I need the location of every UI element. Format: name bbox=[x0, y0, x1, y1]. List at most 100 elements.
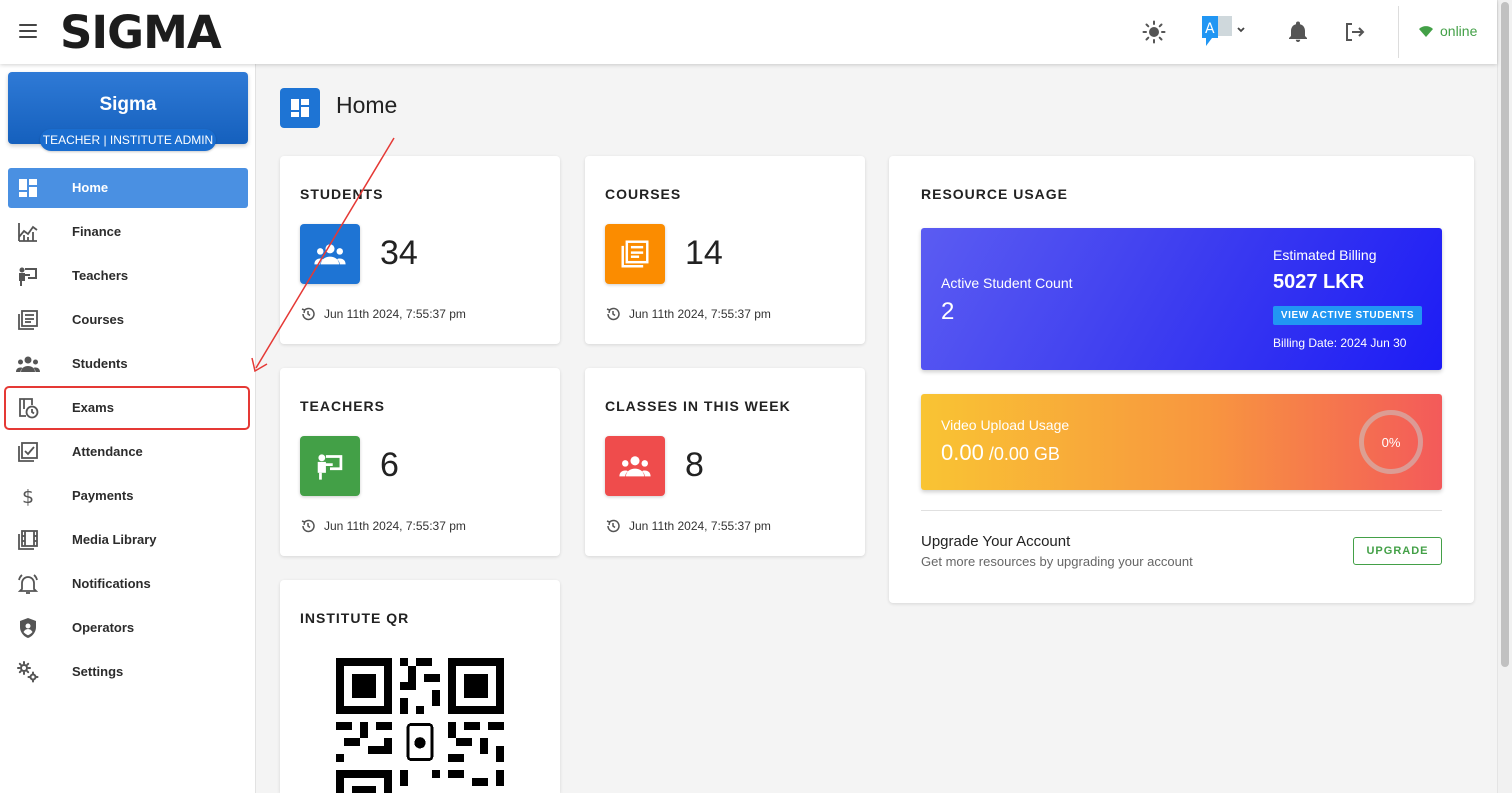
card-title: TEACHERS bbox=[300, 398, 386, 414]
video-total: /0.00 GB bbox=[983, 444, 1060, 464]
sidebar-item-payments[interactable]: $ Payments bbox=[8, 476, 248, 516]
video-usage-percent: 0% bbox=[1381, 434, 1401, 450]
sidebar-item-finance[interactable]: Finance bbox=[8, 212, 248, 252]
exams-icon bbox=[16, 396, 40, 420]
history-icon bbox=[301, 519, 315, 533]
stat-updated: Jun 11th 2024, 7:55:37 pm bbox=[300, 518, 466, 534]
finance-chart-icon bbox=[16, 220, 40, 244]
theme-toggle-icon[interactable] bbox=[1140, 18, 1168, 46]
stat-value: 14 bbox=[685, 234, 723, 272]
estimated-billing-label: Estimated Billing bbox=[1273, 247, 1377, 263]
upgrade-title: Upgrade Your Account bbox=[921, 533, 1071, 550]
students-stat-card[interactable]: STUDENTS 34 Jun 11th 2024, 7:55:37 pm bbox=[280, 156, 560, 344]
stat-updated: Jun 11th 2024, 7:55:37 pm bbox=[605, 306, 771, 322]
teachers-stat-card[interactable]: TEACHERS 6 Jun 11th 2024, 7:55:37 pm bbox=[280, 368, 560, 556]
top-app-bar: SIGMA A online bbox=[0, 0, 1497, 64]
view-active-students-button[interactable]: VIEW ACTIVE STUDENTS bbox=[1273, 306, 1422, 325]
page-title: Home bbox=[336, 92, 398, 118]
sidebar-item-label: Students bbox=[72, 356, 128, 371]
sidebar-nav: Home Finance Teachers Courses Students E… bbox=[4, 168, 250, 696]
connection-status: online bbox=[1418, 23, 1477, 39]
svg-text:$: $ bbox=[22, 486, 34, 507]
resource-usage-card: RESOURCE USAGE Active Student Count 2 Es… bbox=[889, 156, 1474, 603]
sidebar-item-label: Settings bbox=[72, 664, 124, 679]
language-icon: A bbox=[1202, 16, 1245, 46]
notifications-icon bbox=[16, 572, 40, 596]
classes-stat-card[interactable]: CLASSES IN THIS WEEK 8 Jun 11th 2024, 7:… bbox=[585, 368, 865, 556]
stat-updated-time: Jun 11th 2024, 7:55:37 pm bbox=[629, 307, 771, 321]
scrollbar-thumb[interactable] bbox=[1501, 2, 1509, 667]
sidebar-item-label: Notifications bbox=[72, 576, 151, 591]
video-usage-progress-ring: 0% bbox=[1359, 410, 1423, 474]
stat-updated: Jun 11th 2024, 7:55:37 pm bbox=[605, 518, 771, 534]
video-used: 0.00 bbox=[941, 440, 984, 465]
profile-card[interactable]: Sigma TEACHER | INSTITUTE ADMIN bbox=[8, 72, 248, 151]
sidebar-item-label: Finance bbox=[72, 224, 122, 239]
sidebar-item-label: Teachers bbox=[72, 268, 129, 283]
sidebar-item-operators[interactable]: Operators bbox=[8, 608, 248, 648]
sidebar-item-media-library[interactable]: Media Library bbox=[8, 520, 248, 560]
stat-value: 8 bbox=[685, 446, 704, 484]
divider bbox=[921, 510, 1442, 511]
sidebar-item-settings[interactable]: Settings bbox=[8, 652, 248, 692]
sidebar-item-label: Home bbox=[72, 180, 109, 195]
stat-value: 6 bbox=[380, 446, 399, 484]
sidebar-item-courses[interactable]: Courses bbox=[8, 300, 248, 340]
dashboard-icon bbox=[16, 176, 40, 200]
profile-name: Sigma bbox=[99, 94, 157, 115]
billing-date: Billing Date: 2024 Jun 30 bbox=[1273, 336, 1407, 350]
sidebar-item-notifications[interactable]: Notifications bbox=[8, 564, 248, 604]
video-usage-value: 0.00 /0.00 GB bbox=[941, 440, 1060, 466]
card-title: RESOURCE USAGE bbox=[921, 186, 1069, 202]
institute-qr-code[interactable] bbox=[336, 658, 504, 793]
logout-icon[interactable] bbox=[1340, 18, 1368, 46]
stat-updated-time: Jun 11th 2024, 7:55:37 pm bbox=[324, 307, 466, 321]
upgrade-subtitle: Get more resources by upgrading your acc… bbox=[921, 554, 1193, 569]
sidebar-item-label: Payments bbox=[72, 488, 134, 503]
students-icon bbox=[16, 352, 40, 376]
active-student-value: 2 bbox=[941, 298, 955, 325]
institute-qr-card: INSTITUTE QR bbox=[280, 580, 560, 793]
card-title: CLASSES IN THIS WEEK bbox=[605, 398, 791, 414]
page-title-icon bbox=[280, 88, 320, 128]
sidebar-item-exams[interactable]: Exams bbox=[4, 386, 250, 430]
teacher-icon bbox=[16, 264, 40, 288]
stat-updated-time: Jun 11th 2024, 7:55:37 pm bbox=[324, 519, 466, 533]
video-upload-panel: Video Upload Usage 0.00 /0.00 GB 0% bbox=[921, 394, 1442, 490]
shield-icon bbox=[16, 616, 40, 640]
app-logo[interactable]: SIGMA bbox=[60, 6, 222, 59]
sidebar-item-home[interactable]: Home bbox=[8, 168, 248, 208]
settings-gear-icon bbox=[16, 660, 40, 684]
active-student-label: Active Student Count bbox=[941, 275, 1073, 291]
language-selector[interactable]: A bbox=[1200, 14, 1248, 50]
attendance-icon bbox=[16, 440, 40, 464]
classes-icon bbox=[605, 436, 665, 496]
courses-stat-card[interactable]: COURSES 14 Jun 11th 2024, 7:55:37 pm bbox=[585, 156, 865, 344]
sidebar: Sigma TEACHER | INSTITUTE ADMIN Home Fin… bbox=[0, 64, 256, 793]
courses-icon bbox=[605, 224, 665, 284]
dashboard-icon bbox=[291, 99, 309, 117]
notification-bell-icon[interactable] bbox=[1284, 18, 1312, 46]
video-usage-label: Video Upload Usage bbox=[941, 417, 1070, 433]
sidebar-item-teachers[interactable]: Teachers bbox=[8, 256, 248, 296]
dollar-icon: $ bbox=[16, 484, 40, 508]
profile-role-badge: TEACHER | INSTITUTE ADMIN bbox=[40, 129, 216, 151]
sidebar-item-students[interactable]: Students bbox=[8, 344, 248, 384]
stat-value: 34 bbox=[380, 234, 418, 272]
page-scrollbar[interactable] bbox=[1497, 0, 1512, 793]
teacher-icon bbox=[300, 436, 360, 496]
media-library-icon bbox=[16, 528, 40, 552]
hamburger-menu-icon[interactable] bbox=[16, 20, 40, 44]
upgrade-button[interactable]: UPGRADE bbox=[1353, 537, 1442, 565]
connection-status-label: online bbox=[1440, 23, 1478, 39]
sidebar-item-attendance[interactable]: Attendance bbox=[8, 432, 248, 472]
students-icon bbox=[300, 224, 360, 284]
estimated-billing-value: 5027 LKR bbox=[1273, 271, 1365, 293]
sidebar-item-label: Attendance bbox=[72, 444, 143, 459]
stat-updated: Jun 11th 2024, 7:55:37 pm bbox=[300, 306, 466, 322]
courses-icon bbox=[16, 308, 40, 332]
history-icon bbox=[606, 519, 620, 533]
stat-updated-time: Jun 11th 2024, 7:55:37 pm bbox=[629, 519, 771, 533]
svg-text:A: A bbox=[1205, 21, 1215, 37]
card-title: STUDENTS bbox=[300, 186, 384, 202]
